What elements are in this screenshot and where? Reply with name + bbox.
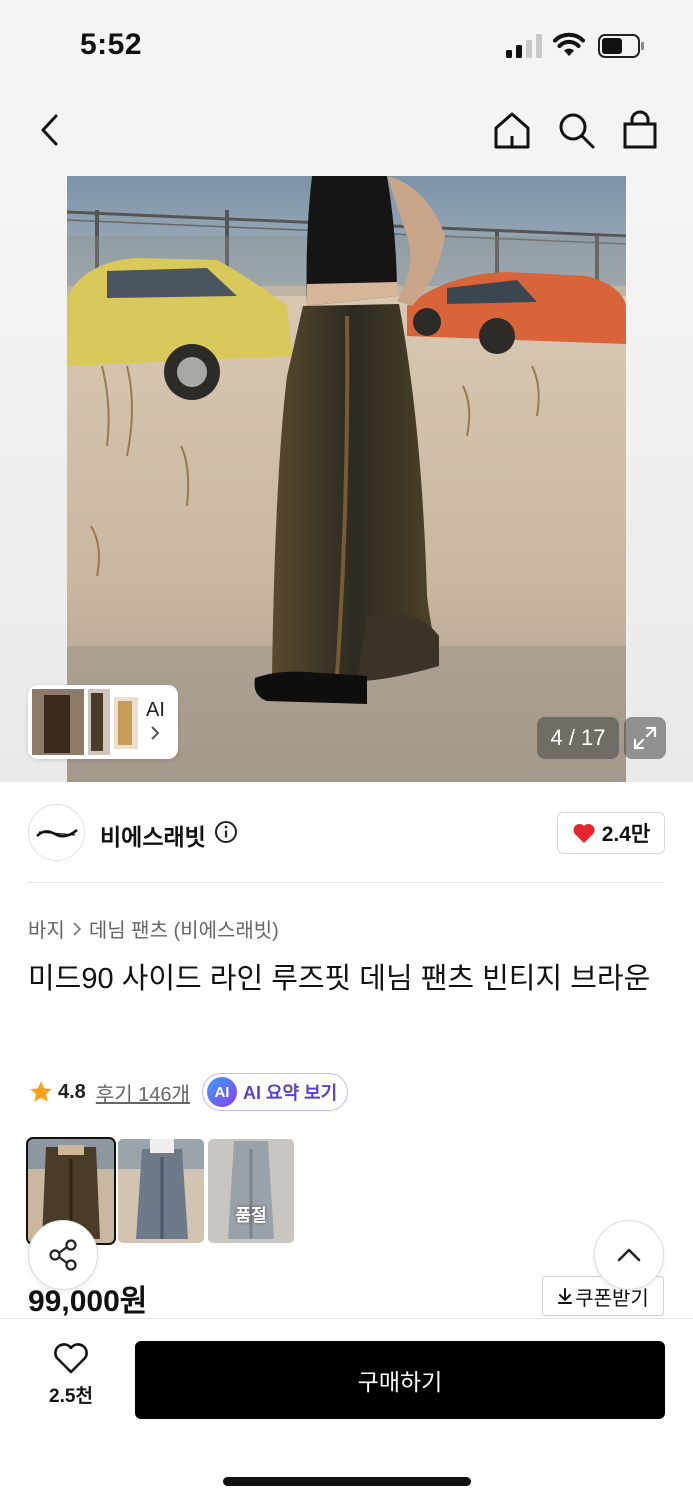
home-button[interactable]: [490, 108, 534, 152]
scroll-to-top-button[interactable]: [594, 1220, 664, 1290]
wishlist-button[interactable]: 2.5천: [38, 1343, 104, 1413]
brand-logo-mark: [35, 828, 78, 837]
ai-styling-thumbnails: [32, 689, 138, 755]
cellular-signal-icon: [506, 34, 544, 58]
brand-logo[interactable]: [28, 804, 85, 861]
divider: [28, 882, 665, 883]
status-time: 5:52: [80, 28, 143, 61]
bottom-action-bar: 2.5천 구매하기: [0, 1318, 693, 1500]
battery-icon: [598, 34, 644, 58]
search-button[interactable]: [554, 108, 598, 152]
expand-button[interactable]: [624, 717, 666, 759]
brand-like-button[interactable]: 2.4만: [557, 812, 665, 854]
back-button[interactable]: [28, 108, 72, 152]
ai-summary-button[interactable]: AI AI 요약 보기: [201, 1073, 349, 1111]
rating-value: 4.8: [58, 1080, 86, 1103]
color-option[interactable]: [118, 1139, 204, 1243]
product-title: 미드90 사이드 라인 루즈핏 데님 팬츠 빈티지 브라운: [28, 963, 651, 995]
download-icon: [558, 1288, 573, 1304]
color-option[interactable]: 품절: [208, 1139, 294, 1243]
cart-button[interactable]: [618, 108, 662, 152]
ai-summary-label: AI 요약 보기: [242, 1083, 338, 1103]
ai-styling-label: AI: [146, 699, 165, 721]
status-bar: 5:52: [0, 0, 693, 90]
ai-styling-chip[interactable]: AI: [28, 685, 178, 759]
buy-button[interactable]: 구매하기: [135, 1341, 665, 1419]
rating-row: 4.8 후기 146개 AI AI 요약 보기: [28, 1073, 349, 1111]
heart-filled-icon: [573, 823, 595, 843]
review-link[interactable]: 후기 146개: [96, 1078, 190, 1107]
color-option-image: [118, 1139, 204, 1243]
top-nav-bar: [0, 90, 693, 176]
brand-like-count: 2.4만: [601, 823, 651, 846]
breadcrumb-item[interactable]: 데님 팬츠 (비에스래빗): [89, 914, 279, 943]
wishlist-count: 2.5천: [49, 1386, 93, 1407]
chevron-up-icon: [617, 1248, 641, 1262]
breadcrumb-item[interactable]: 바지: [28, 914, 65, 943]
chevron-left-icon: [41, 114, 58, 146]
info-icon[interactable]: [214, 820, 238, 844]
share-icon: [49, 1239, 77, 1271]
product-gallery[interactable]: AI 4 / 17: [0, 176, 693, 782]
image-counter: 4 / 17: [537, 717, 619, 759]
chevron-right-icon: [73, 921, 81, 936]
wifi-icon: [553, 32, 585, 56]
breadcrumb: 바지 데님 팬츠 (비에스래빗): [28, 914, 279, 943]
color-option-image: [208, 1139, 294, 1243]
home-indicator: [223, 1477, 471, 1486]
ai-badge-icon: AI: [206, 1077, 237, 1107]
soldout-label: 품절: [235, 1206, 267, 1225]
heart-outline-icon: [54, 1343, 88, 1374]
share-button[interactable]: [28, 1220, 98, 1290]
star-icon: [30, 1081, 52, 1102]
search-icon: [559, 113, 595, 149]
chevron-right-icon: [151, 726, 160, 740]
home-icon: [494, 112, 530, 149]
brand-name[interactable]: 비에스래빗: [100, 818, 206, 852]
shopping-bag-icon: [623, 110, 657, 149]
expand-icon: [633, 726, 657, 750]
